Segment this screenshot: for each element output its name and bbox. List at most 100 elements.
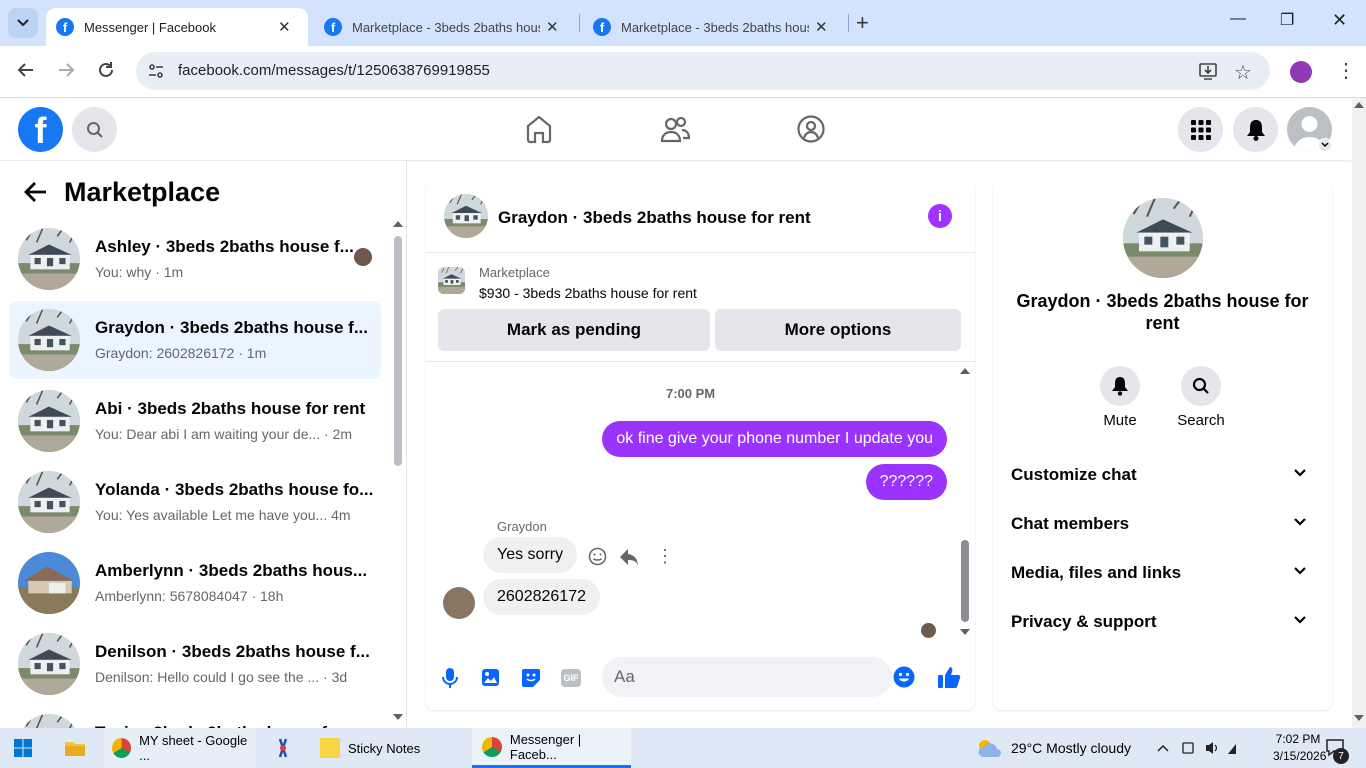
- conversation-item[interactable]: Denilson · 3beds 2baths house f... Denils…: [9, 625, 381, 703]
- install-app-icon[interactable]: [1198, 61, 1218, 81]
- back-button[interactable]: [16, 60, 36, 80]
- file-explorer-button[interactable]: [64, 728, 86, 768]
- conversation-avatar: [18, 390, 80, 452]
- bookmark-star-icon[interactable]: ☆: [1234, 60, 1252, 85]
- search-in-chat-button[interactable]: [1181, 366, 1221, 406]
- mute-button[interactable]: [1100, 366, 1140, 406]
- details-avatar[interactable]: [1123, 198, 1203, 278]
- minimize-button[interactable]: —: [1230, 10, 1246, 28]
- conversation-item[interactable]: Yolanda · 3beds 2baths house fo... You: Y…: [9, 463, 381, 541]
- back-button[interactable]: [24, 181, 48, 203]
- clock[interactable]: 7:02 PM 3/15/2026: [1273, 731, 1326, 765]
- incoming-message[interactable]: 2602826172: [483, 579, 600, 615]
- chat-avatar[interactable]: [444, 194, 488, 238]
- profile-avatar[interactable]: [1290, 61, 1312, 83]
- chat-title[interactable]: Graydon · 3beds 2baths house for rent: [498, 208, 811, 228]
- facebook-logo[interactable]: f: [18, 107, 63, 152]
- notifications-button[interactable]: [1233, 107, 1278, 152]
- conversation-avatar: [18, 228, 80, 290]
- scroll-up-icon[interactable]: [393, 221, 403, 227]
- conversation-item[interactable]: Abi · 3beds 2baths house for rent You: De…: [9, 382, 381, 460]
- reload-button[interactable]: [96, 60, 116, 80]
- scroll-down-icon[interactable]: [1354, 715, 1364, 721]
- close-window-button[interactable]: ✕: [1332, 10, 1347, 31]
- search-button[interactable]: [72, 107, 117, 152]
- taskbar-chrome-messenger[interactable]: Messenger | Faceb...: [472, 728, 631, 768]
- more-options-button[interactable]: More options: [715, 309, 961, 351]
- tab-search-dropdown[interactable]: [8, 8, 38, 38]
- start-button[interactable]: [14, 728, 32, 768]
- reply-icon[interactable]: [619, 548, 639, 566]
- tab-marketplace-2[interactable]: f Marketplace - 3beds 2baths house ✕: [583, 8, 845, 46]
- conversation-item[interactable]: Ashley · 3beds 2baths house f... You: why…: [9, 220, 381, 298]
- page-scrollbar[interactable]: [1352, 98, 1366, 728]
- account-chevron-icon[interactable]: [1318, 138, 1332, 152]
- conversation-item[interactable]: Amberlynn · 3beds 2baths hous... Amberlyn…: [9, 544, 381, 622]
- conversation-avatar: [18, 633, 80, 695]
- show-hidden-icons[interactable]: [1157, 728, 1169, 768]
- new-tab-button[interactable]: +: [856, 10, 869, 36]
- info-icon[interactable]: i: [928, 204, 952, 228]
- incoming-message[interactable]: Yes sorry: [483, 537, 578, 573]
- conversation-item[interactable]: Graydon · 3beds 2baths house f... Graydon…: [9, 301, 381, 379]
- close-tab-icon[interactable]: ✕: [278, 18, 291, 36]
- close-tab-icon[interactable]: ✕: [546, 18, 559, 36]
- outgoing-message[interactable]: ??????: [865, 464, 947, 500]
- listing-title[interactable]: $930 - 3beds 2baths house for rent: [479, 285, 697, 301]
- mark-as-pending-button[interactable]: Mark as pending: [438, 309, 710, 351]
- details-section[interactable]: Chat members: [1011, 514, 1314, 542]
- chat-panel: Graydon · 3beds 2baths house for rent i …: [426, 180, 975, 710]
- listing-thumbnail[interactable]: [438, 267, 465, 294]
- search-icon: [1192, 377, 1209, 394]
- chrome-menu-icon[interactable]: ⋮: [1336, 58, 1356, 83]
- close-tab-icon[interactable]: ✕: [815, 18, 828, 36]
- conversation-preview: You: why · 1m: [95, 264, 184, 280]
- bell-icon: [1246, 119, 1265, 141]
- scroll-down-icon[interactable]: [393, 714, 403, 720]
- conversation-avatar: [18, 309, 80, 371]
- taskbar-app[interactable]: [272, 728, 294, 768]
- tab-marketplace-1[interactable]: f Marketplace - 3beds 2baths house ✕: [314, 8, 576, 46]
- scrollbar[interactable]: [394, 236, 402, 466]
- taskbar-chrome-sheet[interactable]: MY sheet - Google ...: [104, 728, 256, 768]
- sticker-icon[interactable]: [521, 668, 541, 688]
- react-emoji-icon[interactable]: [588, 547, 607, 566]
- conversation-item[interactable]: Tania · 3beds 2baths house for rent: [9, 706, 381, 728]
- restore-button[interactable]: ❐: [1280, 10, 1294, 30]
- gif-icon[interactable]: GIF: [561, 669, 581, 687]
- url-text[interactable]: facebook.com/messages/t/1250638769919855: [178, 62, 490, 79]
- panel-title: Marketplace: [64, 177, 221, 207]
- scroll-up-icon[interactable]: [960, 368, 970, 374]
- forward-button[interactable]: [56, 60, 76, 80]
- site-settings-icon[interactable]: [148, 63, 164, 79]
- address-bar[interactable]: facebook.com/messages/t/1250638769919855…: [136, 52, 1270, 90]
- photo-icon[interactable]: [481, 668, 500, 687]
- tab-messenger[interactable]: f Messenger | Facebook ✕: [46, 8, 308, 46]
- tab-separator: [579, 14, 580, 32]
- details-section[interactable]: Customize chat: [1011, 465, 1314, 493]
- outgoing-message[interactable]: ok fine give your phone number I update …: [602, 421, 947, 457]
- scroll-down-icon[interactable]: [960, 629, 970, 635]
- details-section[interactable]: Media, files and links: [1011, 563, 1314, 591]
- chevron-down-icon: [1294, 567, 1306, 575]
- taskbar-sticky-notes[interactable]: Sticky Notes: [312, 728, 464, 768]
- friends-nav[interactable]: [660, 114, 690, 144]
- voice-clip-icon[interactable]: [442, 667, 458, 689]
- details-section[interactable]: Privacy & support: [1011, 612, 1314, 640]
- more-actions-icon[interactable]: ⋮: [656, 546, 674, 567]
- scroll-up-icon[interactable]: [1354, 102, 1364, 108]
- groups-nav[interactable]: [796, 114, 826, 144]
- details-section-label: Media, files and links: [1011, 563, 1182, 582]
- weather-widget[interactable]: 29°C Mostly cloudy: [975, 728, 1131, 768]
- conversation-avatar: [18, 552, 80, 614]
- chat-scrollbar[interactable]: [961, 540, 969, 622]
- home-nav[interactable]: [525, 114, 553, 144]
- message-input[interactable]: Aa: [602, 657, 915, 697]
- emoji-icon[interactable]: [893, 666, 915, 688]
- groups-icon: [797, 115, 825, 143]
- menu-button[interactable]: [1178, 107, 1223, 152]
- browser-tab-strip: f Messenger | Facebook ✕ f Marketplace -…: [0, 0, 1366, 46]
- system-tray-icons[interactable]: [1182, 728, 1244, 768]
- sender-avatar[interactable]: [443, 587, 475, 619]
- like-thumb-icon[interactable]: [937, 665, 962, 689]
